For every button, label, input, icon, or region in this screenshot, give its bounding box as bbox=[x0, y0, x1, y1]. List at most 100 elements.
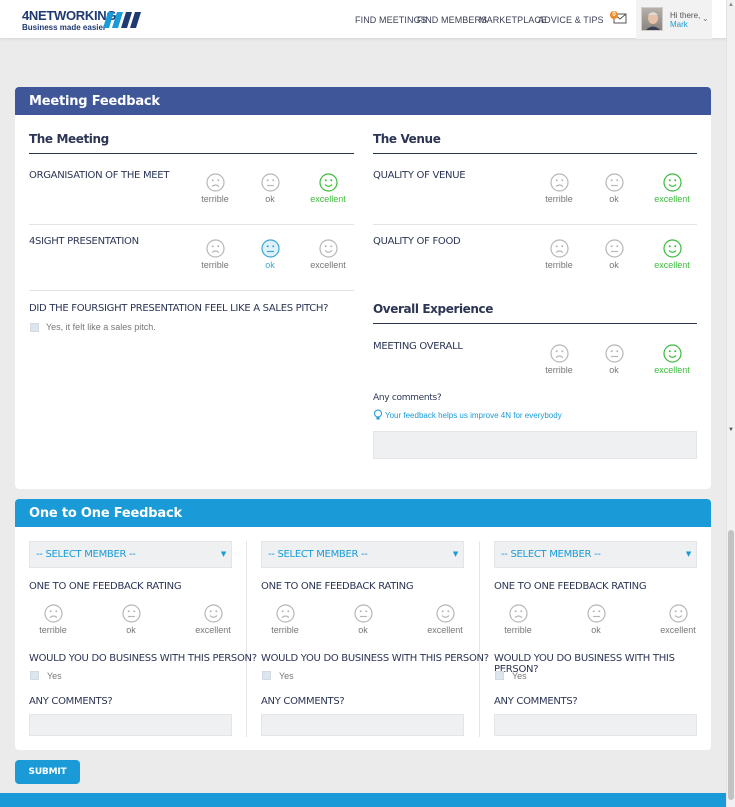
comments-label: Any comments? bbox=[373, 393, 442, 403]
greeting: Hi there, bbox=[670, 11, 701, 20]
divider bbox=[373, 224, 697, 225]
one-to-one-comments-field-1[interactable] bbox=[29, 714, 232, 736]
excellent-face-icon[interactable] bbox=[662, 344, 682, 363]
excellent-face-icon[interactable] bbox=[318, 239, 338, 258]
business-question-1: WOULD YOU DO BUSINESS WITH THIS PERSON? bbox=[29, 653, 257, 664]
question-organisation: ORGANISATION OF THE MEET bbox=[29, 170, 170, 181]
oto-rating-label-terrible: terrible bbox=[504, 625, 532, 635]
logo-mark-icon bbox=[103, 12, 141, 28]
submit-button[interactable]: SUBMIT bbox=[15, 760, 80, 784]
excellent-face-icon[interactable] bbox=[203, 604, 223, 623]
terrible-face-icon[interactable] bbox=[205, 239, 225, 258]
sales-pitch-option-label: Yes, it felt like a sales pitch. bbox=[46, 322, 156, 332]
member-select-1[interactable]: -- SELECT MEMBER -- ▼ bbox=[29, 541, 232, 568]
avatar bbox=[641, 7, 663, 31]
ok-face-icon[interactable] bbox=[260, 239, 280, 258]
top-navigation-bar: 4NETWORKING Business made easier FIND ME… bbox=[0, 0, 726, 39]
terrible-face-icon[interactable] bbox=[549, 173, 569, 192]
divider bbox=[29, 153, 354, 154]
organisation-rating-label-terrible: terrible bbox=[201, 194, 229, 204]
divider bbox=[373, 153, 697, 154]
organisation-rating-label-ok: ok bbox=[265, 194, 275, 204]
ok-face-icon[interactable] bbox=[604, 239, 624, 258]
ok-face-icon[interactable] bbox=[260, 173, 280, 192]
meeting-comments-field[interactable] bbox=[373, 431, 697, 459]
business-question-2: WOULD YOU DO BUSINESS WITH THIS PERSON? bbox=[261, 653, 489, 664]
business-yes-checkbox-3[interactable] bbox=[495, 671, 504, 680]
divider bbox=[479, 541, 480, 737]
chevron-down-icon[interactable]: ⌄ bbox=[702, 14, 709, 23]
section-title-meeting: The Meeting bbox=[29, 132, 109, 146]
nav-marketplace[interactable]: MARKETPLACE bbox=[479, 15, 547, 25]
scroll-up-icon[interactable]: ▲ bbox=[728, 2, 734, 8]
user-name: Mark bbox=[670, 20, 688, 29]
scroll-caret-icon: ▼ bbox=[728, 427, 734, 433]
terrible-face-icon[interactable] bbox=[43, 604, 63, 623]
one-to-one-feedback-panel: One to One Feedback -- SELECT MEMBER -- ▼… bbox=[15, 499, 711, 750]
logo[interactable]: 4NETWORKING Business made easier bbox=[22, 8, 144, 34]
excellent-face-icon[interactable] bbox=[662, 239, 682, 258]
oto-rating-label-excellent: excellent bbox=[660, 625, 696, 635]
business-yes-label: Yes bbox=[279, 671, 294, 681]
sales-pitch-checkbox[interactable] bbox=[30, 323, 39, 332]
presentation-rating-label-excellent: excellent bbox=[310, 260, 346, 270]
terrible-face-icon[interactable] bbox=[508, 604, 528, 623]
any-comments-label-2: ANY COMMENTS? bbox=[261, 696, 345, 707]
terrible-face-icon[interactable] bbox=[275, 604, 295, 623]
one-to-one-comments-field-3[interactable] bbox=[494, 714, 697, 736]
question-quality-of-venue: QUALITY OF VENUE bbox=[373, 170, 466, 181]
excellent-face-icon[interactable] bbox=[318, 173, 338, 192]
member-select-value: -- SELECT MEMBER -- bbox=[501, 549, 601, 560]
any-comments-label-3: ANY COMMENTS? bbox=[494, 696, 578, 707]
overall-rating-label-terrible: terrible bbox=[545, 365, 573, 375]
dropdown-arrow-icon: ▼ bbox=[685, 550, 691, 558]
food-rating-label-ok: ok bbox=[609, 260, 619, 270]
user-menu[interactable]: Hi there, Mark ⌄ bbox=[636, 0, 712, 39]
venue-rating-label-excellent: excellent bbox=[654, 194, 690, 204]
question-meeting-overall: MEETING OVERALL bbox=[373, 341, 463, 352]
excellent-face-icon[interactable] bbox=[662, 173, 682, 192]
ok-face-icon[interactable] bbox=[353, 604, 373, 623]
member-select-3[interactable]: -- SELECT MEMBER -- ▼ bbox=[494, 541, 697, 568]
nav-advice-tips[interactable]: ADVICE & TIPS bbox=[538, 15, 604, 25]
oto-rating-label-excellent: excellent bbox=[427, 625, 463, 635]
divider bbox=[29, 290, 354, 291]
logo-tagline: Business made easier bbox=[22, 23, 107, 32]
scrollbar[interactable]: ▲ ▼ bbox=[726, 0, 735, 807]
presentation-rating-label-ok: ok bbox=[265, 260, 275, 270]
terrible-face-icon[interactable] bbox=[549, 344, 569, 363]
footer-bar bbox=[0, 793, 726, 807]
scrollbar-thumb[interactable] bbox=[728, 530, 734, 800]
business-yes-checkbox-2[interactable] bbox=[262, 671, 271, 680]
oto-rating-label-terrible: terrible bbox=[271, 625, 299, 635]
member-select-value: -- SELECT MEMBER -- bbox=[36, 549, 136, 560]
comments-hint: Your feedback helps us improve 4N for ev… bbox=[385, 411, 562, 420]
business-yes-checkbox-1[interactable] bbox=[30, 671, 39, 680]
nav-find-members[interactable]: FIND MEMBERS bbox=[417, 15, 487, 25]
overall-rating-label-ok: ok bbox=[609, 365, 619, 375]
terrible-face-icon[interactable] bbox=[205, 173, 225, 192]
ok-face-icon[interactable] bbox=[604, 173, 624, 192]
meeting-feedback-title: Meeting Feedback bbox=[15, 87, 711, 115]
business-yes-label: Yes bbox=[47, 671, 62, 681]
question-quality-of-food: QUALITY OF FOOD bbox=[373, 236, 461, 247]
oto-rating-label-excellent: excellent bbox=[195, 625, 231, 635]
oto-rating-label-ok: ok bbox=[126, 625, 136, 635]
presentation-rating-label-terrible: terrible bbox=[201, 260, 229, 270]
one-to-one-comments-field-2[interactable] bbox=[261, 714, 464, 736]
business-yes-label: Yes bbox=[512, 671, 527, 681]
member-select-2[interactable]: -- SELECT MEMBER -- ▼ bbox=[261, 541, 464, 568]
rating-title-2: ONE TO ONE FEEDBACK RATING bbox=[261, 581, 414, 592]
excellent-face-icon[interactable] bbox=[435, 604, 455, 623]
oto-rating-label-ok: ok bbox=[591, 625, 601, 635]
any-comments-label-1: ANY COMMENTS? bbox=[29, 696, 113, 707]
terrible-face-icon[interactable] bbox=[549, 239, 569, 258]
venue-rating-label-ok: ok bbox=[609, 194, 619, 204]
divider bbox=[373, 323, 697, 324]
excellent-face-icon[interactable] bbox=[668, 604, 688, 623]
oto-rating-label-terrible: terrible bbox=[39, 625, 67, 635]
ok-face-icon[interactable] bbox=[121, 604, 141, 623]
ok-face-icon[interactable] bbox=[586, 604, 606, 623]
ok-face-icon[interactable] bbox=[604, 344, 624, 363]
section-title-venue: The Venue bbox=[373, 132, 441, 146]
